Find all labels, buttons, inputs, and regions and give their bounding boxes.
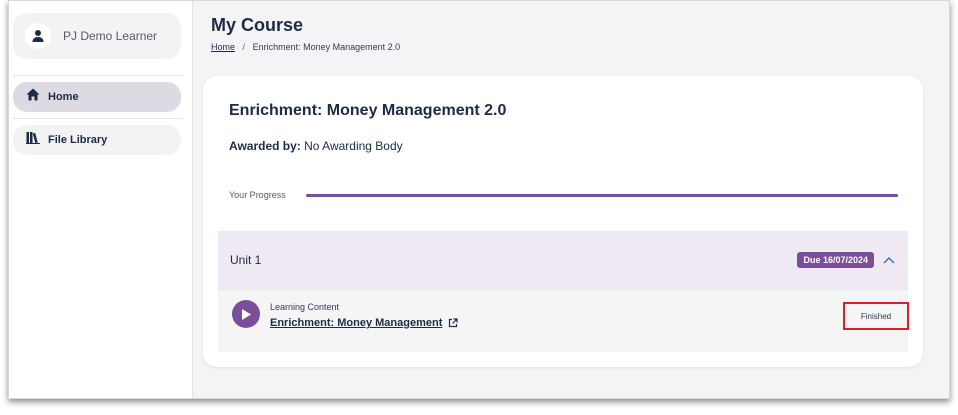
user-name: PJ Demo Learner: [63, 29, 158, 43]
due-date-badge: Due 16/07/2024: [797, 252, 874, 268]
progress-bar: [306, 194, 898, 197]
user-avatar-icon: [25, 23, 51, 49]
sidebar: PJ Demo Learner Home File Library: [9, 1, 193, 398]
sidebar-divider: [13, 75, 183, 76]
unit-accordion-header[interactable]: Unit 1 Due 16/07/2024: [218, 231, 908, 289]
course-title: Enrichment: Money Management 2.0: [229, 102, 507, 119]
breadcrumb: Home / Enrichment: Money Management 2.0: [211, 42, 400, 52]
awarded-by-value: No Awarding Body: [304, 139, 403, 153]
library-icon: [26, 131, 40, 149]
breadcrumb-current: Enrichment: Money Management 2.0: [252, 42, 401, 52]
progress-label: Your Progress: [229, 190, 286, 200]
home-icon: [26, 88, 40, 106]
unit-content-row: Learning Content Enrichment: Money Manag…: [218, 289, 909, 352]
status-badge: Finished: [843, 302, 909, 330]
user-profile-card[interactable]: PJ Demo Learner: [13, 13, 181, 59]
sidebar-item-home[interactable]: Home: [13, 82, 181, 112]
sidebar-item-label: Home: [48, 91, 79, 103]
progress-bar-fill: [306, 194, 898, 197]
learning-content-link[interactable]: Enrichment: Money Management: [270, 317, 458, 329]
content-type-label: Learning Content: [270, 302, 340, 312]
awarded-by-label: Awarded by:: [229, 139, 301, 153]
sidebar-item-label: File Library: [48, 134, 108, 146]
play-icon[interactable]: [232, 300, 260, 328]
app-window: PJ Demo Learner Home File Library My Cou…: [8, 0, 950, 399]
breadcrumb-home-link[interactable]: Home: [211, 42, 235, 52]
awarded-by: Awarded by: No Awarding Body: [229, 139, 403, 153]
external-link-icon: [448, 318, 458, 328]
unit-title: Unit 1: [230, 253, 262, 267]
course-card: Enrichment: Money Management 2.0 Awarded…: [203, 76, 923, 367]
chevron-up-icon[interactable]: [882, 253, 896, 267]
breadcrumb-separator: /: [242, 42, 246, 52]
sidebar-divider: [13, 118, 183, 119]
learning-content-link-text: Enrichment: Money Management: [270, 317, 443, 329]
page-title: My Course: [211, 15, 304, 35]
unit-header-right: Due 16/07/2024: [797, 252, 896, 268]
sidebar-item-file-library[interactable]: File Library: [13, 125, 181, 155]
